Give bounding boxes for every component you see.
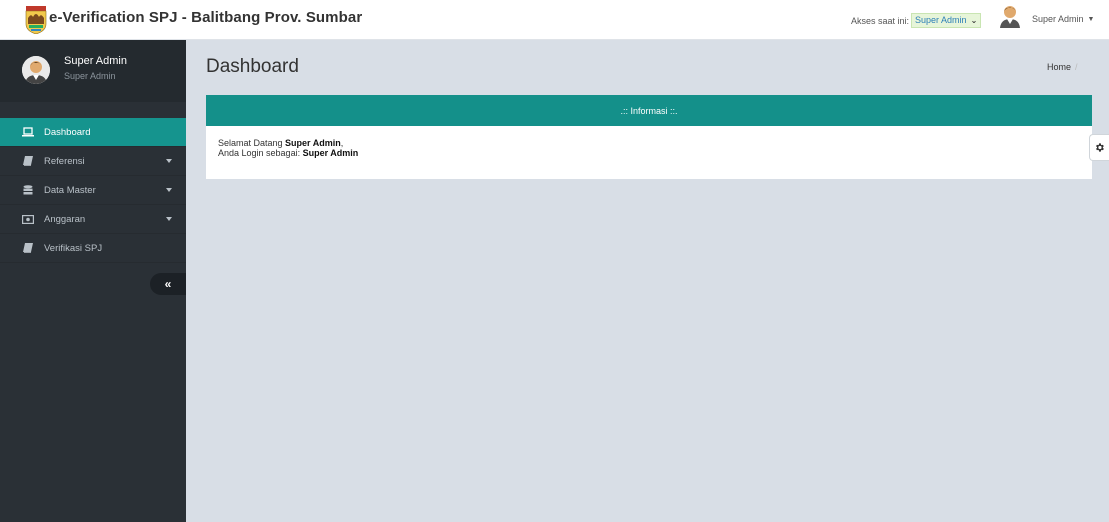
breadcrumb-separator: /: [1075, 62, 1078, 72]
settings-toggle-button[interactable]: [1089, 134, 1109, 161]
database-icon: [22, 185, 34, 195]
sidebar-item-dashboard[interactable]: Dashboard: [0, 118, 186, 147]
profile-avatar-icon: [22, 56, 50, 84]
province-logo-icon: [25, 6, 47, 34]
info-panel: .:: Informasi ::. Selamat Datang Super A…: [206, 95, 1092, 179]
sidebar-item-data-master[interactable]: Data Master: [0, 176, 186, 205]
sidebar-item-referensi[interactable]: Referensi: [0, 147, 186, 176]
sidebar-item-verifikasi-spj[interactable]: Verifikasi SPJ: [0, 234, 186, 263]
welcome-line: Selamat Datang Super Admin,: [218, 138, 1080, 148]
welcome-suffix: ,: [340, 138, 344, 148]
sidebar-menu: Dashboard Referensi Data Master Anggaran: [0, 118, 186, 263]
gear-icon: [1096, 143, 1104, 152]
welcome-prefix: Selamat Datang: [218, 138, 286, 148]
sidebar: Super Admin Super Admin Dashboard Refere…: [0, 40, 186, 522]
caret-down-icon: [166, 188, 172, 192]
caret-down-icon: [166, 159, 172, 163]
sidebar-item-label: Data Master: [44, 184, 96, 196]
access-switcher: Akses saat ini: Super Admin ⌄: [851, 13, 982, 28]
avatar: [22, 56, 50, 84]
sidebar-profile: Super Admin Super Admin: [0, 40, 186, 102]
book-icon: [22, 156, 34, 166]
sidebar-item-anggaran[interactable]: Anggaran: [0, 205, 186, 234]
breadcrumb: Home /: [1047, 62, 1078, 72]
login-role: Super Admin: [302, 148, 359, 158]
page-title: Dashboard: [206, 56, 299, 77]
sidebar-collapse-button[interactable]: «: [150, 273, 186, 295]
user-menu[interactable]: Super Admin ▼: [998, 4, 1094, 28]
profile-name: Super Admin: [64, 55, 127, 67]
top-navbar: e-Verification SPJ - Balitbang Prov. Sum…: [0, 0, 1109, 40]
login-prefix: Anda Login sebagai:: [218, 148, 303, 158]
access-label: Akses saat ini:: [851, 15, 910, 26]
welcome-name: Super Admin: [285, 138, 341, 148]
access-role-value: Super Admin: [915, 15, 967, 25]
user-menu-name: Super Admin: [1032, 14, 1084, 24]
user-avatar-icon: [1000, 6, 1020, 28]
app-title: e-Verification SPJ - Balitbang Prov. Sum…: [49, 9, 363, 26]
sidebar-item-label: Dashboard: [44, 126, 91, 138]
info-panel-heading: .:: Informasi ::.: [206, 95, 1092, 126]
access-role-select[interactable]: Super Admin ⌄: [911, 13, 982, 28]
book-icon: [22, 243, 34, 253]
caret-down-icon: [166, 217, 172, 221]
sidebar-item-label: Anggaran: [44, 213, 86, 225]
caret-down-icon: ▼: [1087, 15, 1095, 23]
profile-role: Super Admin: [64, 71, 116, 81]
laptop-icon: [22, 127, 34, 137]
sidebar-item-label: Verifikasi SPJ: [44, 242, 103, 254]
sidebar-item-label: Referensi: [44, 155, 85, 167]
breadcrumb-home-link[interactable]: Home: [1047, 62, 1071, 72]
info-panel-body: Selamat Datang Super Admin, Anda Login s…: [206, 126, 1092, 170]
money-icon: [22, 214, 34, 224]
chevron-down-icon: ⌄: [970, 16, 978, 25]
login-line: Anda Login sebagai: Super Admin: [218, 148, 1080, 158]
